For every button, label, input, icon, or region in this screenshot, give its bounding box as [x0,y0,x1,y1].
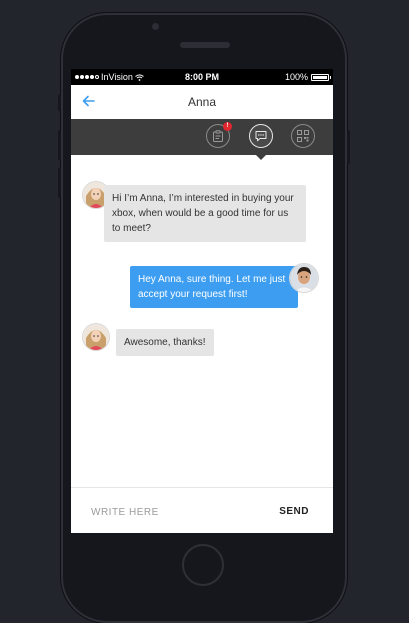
mute-switch [58,95,61,111]
battery-percent: 100% [284,72,308,82]
chat-button[interactable] [249,124,273,148]
action-toolbar: ! [71,119,333,155]
active-tab-indicator [256,155,266,160]
anna-portrait-icon [83,324,109,350]
qr-scan-button[interactable] [291,124,315,148]
home-button[interactable] [182,544,224,586]
earpiece-speaker [180,42,230,48]
avatar-me[interactable] [289,263,319,293]
volume-down-button [58,168,61,198]
message-composer: SEND [71,487,333,533]
page-title: Anna [187,95,217,109]
qr-code-icon [297,130,309,142]
avatar-anna[interactable] [82,323,110,351]
message-bubble-outgoing: Hey Anna, sure thing. Let me just accept… [130,266,298,308]
front-camera [152,23,159,30]
send-button[interactable]: SEND [279,506,309,517]
battery-icon [311,73,331,81]
message-bubble-incoming: Hi I’m Anna, I’m interested in buying yo… [104,185,306,242]
message-bubble-incoming: Awesome, thanks! [116,329,214,356]
notification-badge: ! [223,122,232,131]
battery-status: 100% [284,72,331,82]
user-portrait-icon [290,264,318,292]
app-screen: InVision 8:00 PM 100% Anna ! Hi I’m Anna… [71,69,333,533]
chat-bubble-icon [255,131,267,142]
power-button [347,130,350,164]
message-input[interactable] [91,504,251,520]
request-button[interactable]: ! [206,122,232,148]
nav-bar: Anna [71,85,333,119]
clipboard-icon [213,130,223,142]
volume-up-button [58,130,61,160]
status-bar: InVision 8:00 PM 100% [71,69,333,85]
